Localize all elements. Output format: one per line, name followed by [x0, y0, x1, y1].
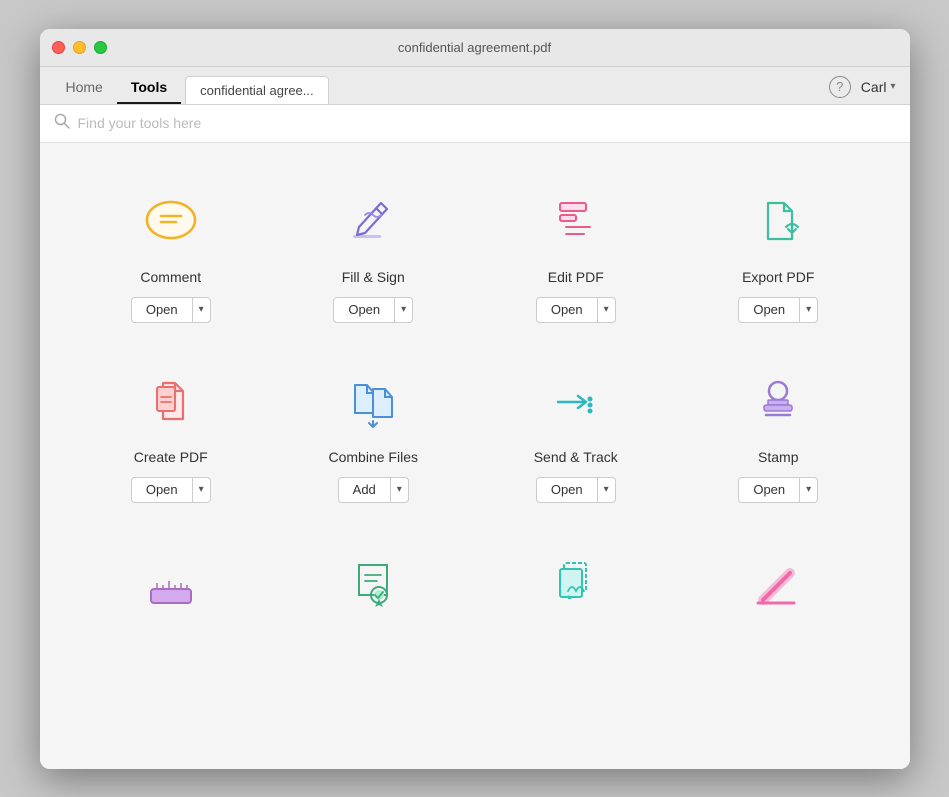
combine-files-button-group: Add ▾ [338, 477, 409, 503]
tool-card-certificates [272, 523, 475, 621]
create-pdf-button-group: Open ▾ [131, 477, 211, 503]
redact-icon [743, 553, 813, 613]
export-pdf-open-button[interactable]: Open [739, 298, 799, 321]
tool-card-edit-pdf: Edit PDF Open ▾ [475, 163, 678, 343]
measure-icon [136, 553, 206, 613]
send-track-dropdown-button[interactable]: ▾ [598, 480, 615, 499]
export-pdf-icon [743, 193, 813, 253]
fill-sign-button-group: Open ▾ [333, 297, 413, 323]
user-name: Carl [861, 79, 887, 95]
edit-pdf-button-group: Open ▾ [536, 297, 616, 323]
fill-sign-label: Fill & Sign [342, 269, 405, 285]
combine-files-label: Combine Files [329, 449, 418, 465]
combine-files-icon [338, 373, 408, 433]
create-pdf-open-button[interactable]: Open [132, 478, 192, 501]
tool-card-organize-pages [475, 523, 678, 621]
tool-card-comment: Comment Open ▾ [70, 163, 273, 343]
tab-tools[interactable]: Tools [117, 72, 181, 104]
create-pdf-dropdown-button[interactable]: ▾ [193, 480, 210, 499]
edit-pdf-icon [541, 193, 611, 253]
edit-pdf-open-button[interactable]: Open [537, 298, 597, 321]
tab-home[interactable]: Home [52, 72, 117, 104]
export-pdf-label: Export PDF [742, 269, 814, 285]
tabbar: Home Tools confidential agree... ? Carl … [40, 67, 910, 105]
minimize-button[interactable] [73, 41, 86, 54]
maximize-button[interactable] [94, 41, 107, 54]
comment-button-group: Open ▾ [131, 297, 211, 323]
tool-card-measure [70, 523, 273, 621]
tools-grid: Comment Open ▾ Fill & Sign [70, 163, 880, 621]
combine-files-dropdown-button[interactable]: ▾ [391, 480, 408, 499]
send-track-open-button[interactable]: Open [537, 478, 597, 501]
window-title: confidential agreement.pdf [398, 40, 551, 55]
export-pdf-button-group: Open ▾ [738, 297, 818, 323]
tab-document[interactable]: confidential agree... [185, 76, 328, 104]
tool-card-combine-files: Combine Files Add ▾ [272, 343, 475, 523]
stamp-icon [743, 373, 813, 433]
stamp-label: Stamp [758, 449, 798, 465]
searchbar [40, 105, 910, 143]
stamp-open-button[interactable]: Open [739, 478, 799, 501]
tabbar-right: ? Carl ▾ [829, 76, 896, 98]
stamp-button-group: Open ▾ [738, 477, 818, 503]
user-menu[interactable]: Carl ▾ [861, 79, 896, 95]
edit-pdf-dropdown-button[interactable]: ▾ [598, 300, 615, 319]
titlebar: confidential agreement.pdf [40, 29, 910, 67]
export-pdf-dropdown-button[interactable]: ▾ [800, 300, 817, 319]
tool-card-redact [677, 523, 880, 621]
send-track-icon [541, 373, 611, 433]
create-pdf-icon [136, 373, 206, 433]
tool-card-create-pdf: Create PDF Open ▾ [70, 343, 273, 523]
comment-icon [136, 193, 206, 253]
app-window: confidential agreement.pdf Home Tools co… [40, 29, 910, 769]
comment-label: Comment [140, 269, 201, 285]
tools-content: Comment Open ▾ Fill & Sign [40, 143, 910, 769]
search-input[interactable] [78, 115, 896, 131]
stamp-dropdown-button[interactable]: ▾ [800, 480, 817, 499]
create-pdf-label: Create PDF [134, 449, 208, 465]
send-track-button-group: Open ▾ [536, 477, 616, 503]
chevron-down-icon: ▾ [890, 81, 895, 92]
combine-files-add-button[interactable]: Add [339, 478, 390, 501]
tool-card-stamp: Stamp Open ▾ [677, 343, 880, 523]
send-track-label: Send & Track [534, 449, 618, 465]
organize-pages-icon [541, 553, 611, 613]
help-button[interactable]: ? [829, 76, 851, 98]
fill-sign-dropdown-button[interactable]: ▾ [395, 300, 412, 319]
tool-card-export-pdf: Export PDF Open ▾ [677, 163, 880, 343]
fill-sign-open-button[interactable]: Open [334, 298, 394, 321]
tool-card-fill-sign: Fill & Sign Open ▾ [272, 163, 475, 343]
comment-dropdown-button[interactable]: ▾ [193, 300, 210, 319]
search-icon [54, 113, 70, 134]
fill-sign-icon [338, 193, 408, 253]
certificates-icon [338, 553, 408, 613]
traffic-lights [52, 41, 107, 54]
close-button[interactable] [52, 41, 65, 54]
edit-pdf-label: Edit PDF [548, 269, 604, 285]
comment-open-button[interactable]: Open [132, 298, 192, 321]
tool-card-send-track: Send & Track Open ▾ [475, 343, 678, 523]
